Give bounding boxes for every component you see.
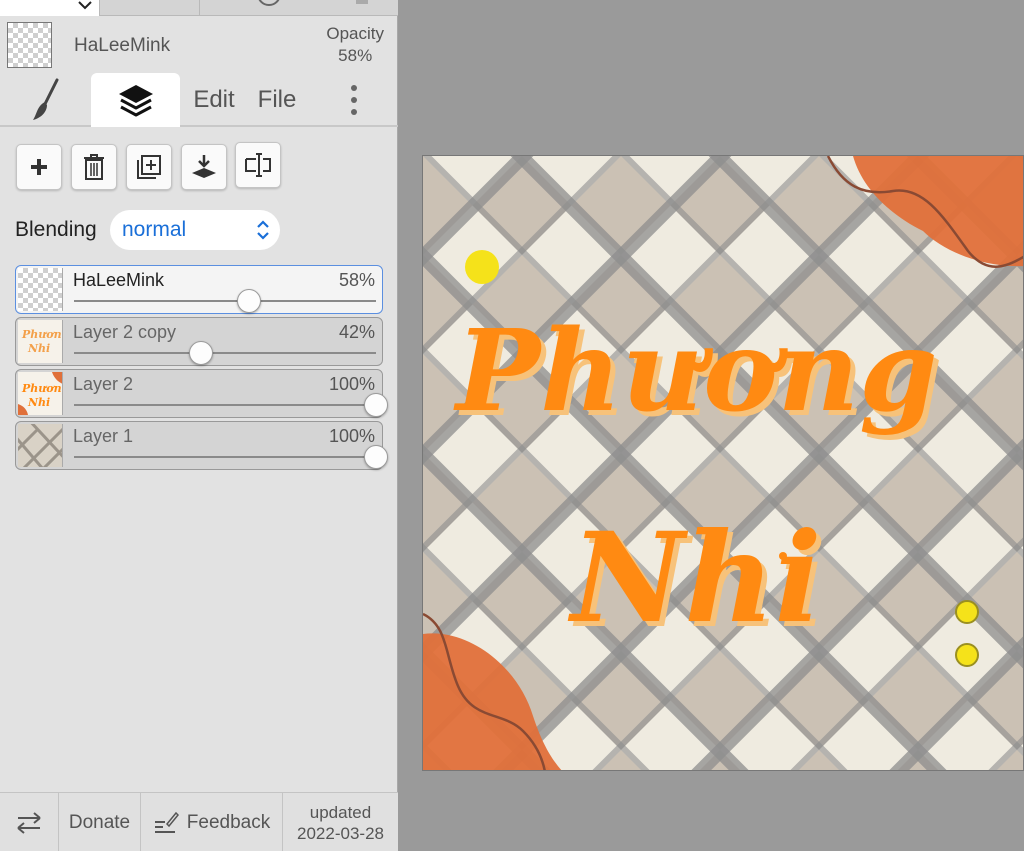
layer-opacity-label: 58% [338,270,375,290]
layer-name: Layer 2 copy [73,322,177,342]
panel-tabs: Edit File [0,73,398,127]
more-menu-button[interactable] [336,73,372,127]
opacity-value: 58% [338,46,373,65]
blending-mode-value: normal [122,218,187,241]
layer-opacity-slider[interactable] [74,352,376,354]
layer-thumbnail: PhươngNhi [18,372,63,415]
layer-opacity-label: 100% [328,374,375,394]
more-vertical-icon [351,85,357,115]
tab-edit[interactable]: Edit [186,73,242,127]
layer-row-haleemink[interactable]: HaLeeMink 58% [15,265,383,314]
tab-file-label: File [257,86,297,113]
text-tool-button[interactable] [235,142,281,188]
layer-opacity-label: 42% [338,322,375,342]
updown-chevron-icon [257,220,269,240]
layer-name: Layer 1 [73,426,134,446]
donate-label: Donate [68,811,131,833]
canvas-artwork [423,156,1023,770]
top-tab-strip [0,0,398,16]
canvas-title-line1: Phương [456,306,938,437]
pencil-lines-icon [154,811,179,833]
duplicate-layer-button[interactable] [126,144,172,190]
add-layer-button[interactable] [16,144,62,190]
layers-panel: HaLeeMink Opacity 58% Edit File Blending… [0,0,398,851]
top-tab-2[interactable] [100,0,200,16]
donate-button[interactable]: Donate [59,793,141,851]
top-tab-3[interactable] [200,0,398,16]
layer-opacity-knob[interactable] [237,289,262,313]
feedback-button[interactable]: Feedback [141,793,283,851]
tab-brush[interactable] [10,73,82,127]
svg-text:Nhi: Nhi [27,342,50,355]
layer-opacity-knob[interactable] [364,393,388,417]
merge-down-icon [192,155,216,178]
svg-text:Phương: Phương [21,328,63,341]
layer-row-layer-2-copy[interactable]: PhươngNhi Layer 2 copy 42% [15,317,383,366]
trash-icon [84,154,104,180]
swap-button[interactable] [0,793,59,851]
footer-bar: Donate Feedback updated 2022-03-28 [0,792,398,851]
layers-icon [118,85,153,117]
feedback-label: Feedback [186,811,271,833]
updated-label: updated [309,802,372,822]
drawing-canvas[interactable]: Phương Nhi [422,155,1024,771]
layer-thumbnail [18,424,63,467]
layer-opacity-label: 100% [328,426,375,446]
blending-label: Blending [15,218,97,241]
tab-edit-label: Edit [193,86,235,113]
updated-date: 2022-03-28 [297,823,384,843]
current-layer-thumbnail[interactable] [7,22,52,68]
svg-text:Nhi: Nhi [27,396,50,409]
tab-file[interactable]: File [250,73,304,127]
top-tab-1[interactable] [0,0,100,16]
current-layer-name: HaLeeMink [74,35,171,56]
opacity-label: Opacity [326,24,384,43]
plus-icon [31,159,47,175]
brush-icon [33,78,59,120]
canvas-title-line2: Nhi [571,506,822,651]
delete-layer-button[interactable] [71,144,117,190]
updated-info: updated 2022-03-28 [283,793,398,851]
chevron-down-icon [78,1,92,10]
layer-name: HaLeeMink [73,270,165,290]
merge-down-button[interactable] [181,144,227,190]
current-layer-header: HaLeeMink Opacity 58% [0,17,398,73]
tab-layers[interactable] [91,73,180,127]
blending-mode-select[interactable]: normal [110,210,280,250]
opacity-readout: Opacity 58% [326,23,384,67]
layer-row-layer-1[interactable]: Layer 1 100% [15,421,388,470]
duplicate-layer-icon [137,155,161,179]
layer-opacity-slider[interactable] [74,300,376,302]
swap-arrows-icon [17,811,41,834]
layer-opacity-knob[interactable] [188,341,213,365]
layer-thumbnail: PhươngNhi [18,320,63,363]
layer-opacity-slider[interactable] [74,456,376,458]
layer-row-layer-2[interactable]: PhươngNhi Layer 2 100% [15,369,388,418]
layer-opacity-knob[interactable] [364,445,388,469]
svg-text:Phương: Phương [21,382,63,395]
layer-name: Layer 2 [73,374,134,394]
text-cursor-icon [245,153,271,177]
layer-thumbnail [18,268,63,311]
history-icon [258,0,368,6]
layer-opacity-slider[interactable] [74,404,376,406]
